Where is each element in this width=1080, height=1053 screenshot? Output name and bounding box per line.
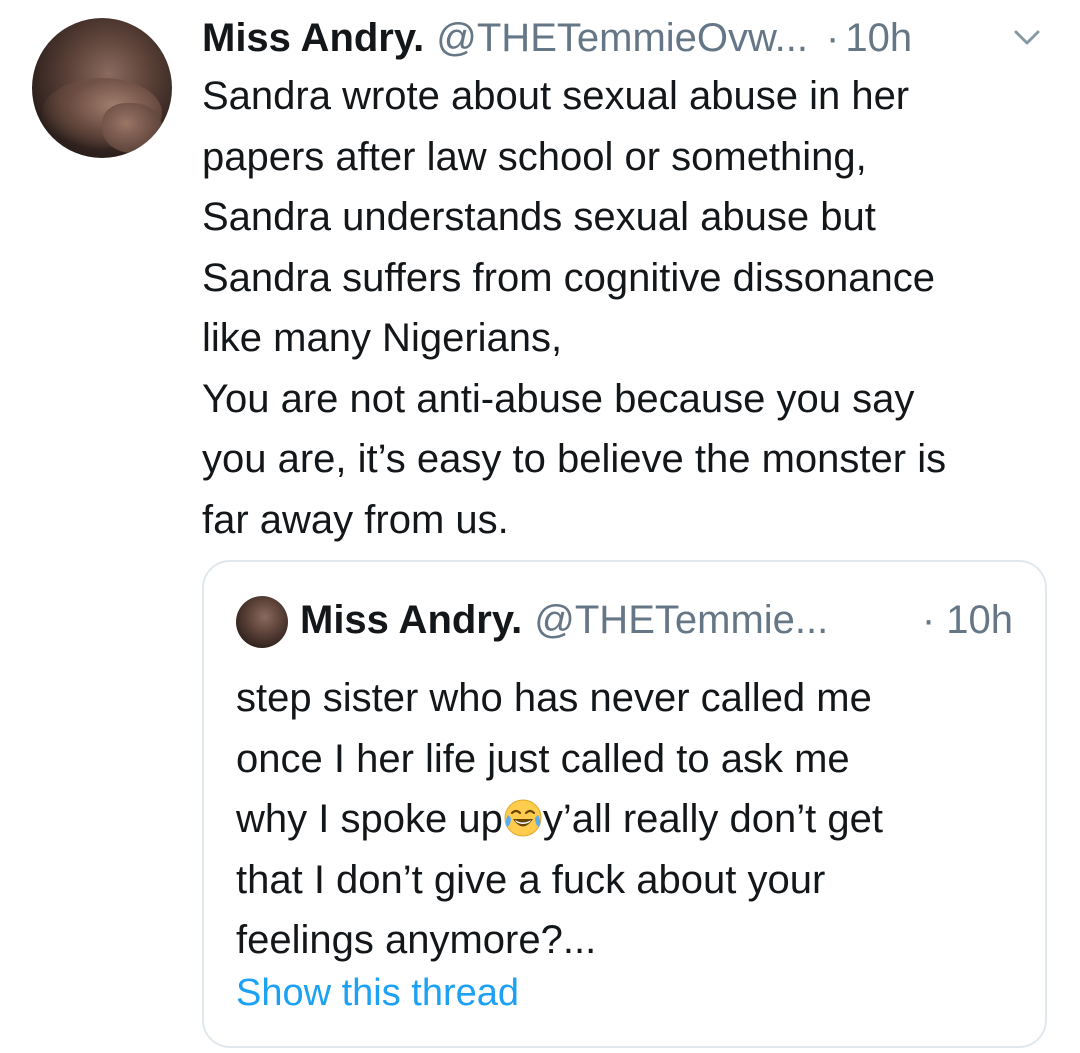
show-thread-link[interactable]: Show this thread (236, 972, 519, 1015)
quoted-text-line: once I her life just called to ask me (236, 736, 850, 781)
author-handle[interactable]: @THETemmieOvw... (436, 16, 808, 61)
tweet-text-line: Sandra wrote about sexual abuse in her (202, 74, 910, 118)
quoted-author-handle: @THETemmie... (534, 597, 829, 642)
quoted-text-fragment: why I spoke up (236, 797, 503, 841)
chevron-down-icon[interactable] (1012, 26, 1042, 50)
quoted-tweet-text: step sister who has never called me once… (236, 668, 1026, 971)
tweet-text-line: you are, it’s easy to believe the monste… (202, 437, 947, 481)
quoted-author-name: Miss Andry. (300, 597, 523, 642)
quoted-author-avatar (236, 596, 288, 648)
author-avatar[interactable] (32, 18, 172, 158)
tweet-text-line: Sandra understands sexual abuse but (202, 195, 876, 239)
tweet-text-line: like many Nigerians, (202, 316, 563, 360)
separator-dot: · (826, 15, 840, 60)
tweet-header: Miss Andry. @THETemmieOvw... · 10h (202, 10, 912, 66)
quoted-text-line: that I don’t give a fuck about your (236, 857, 826, 902)
quoted-text-fragment: y’all really don’t get (542, 797, 884, 841)
quoted-tweet-header: Miss Andry. @THETemmie... (300, 592, 828, 648)
quoted-tweet-timestamp: · 10h (921, 597, 1013, 642)
face-with-tears-of-joy-icon (504, 799, 542, 837)
tweet[interactable]: Miss Andry. @THETemmieOvw... · 10h Sandr… (0, 0, 1080, 1053)
author-name[interactable]: Miss Andry. (202, 16, 424, 61)
tweet-text-line: papers after law school or something, (202, 134, 867, 179)
quoted-text-line: why I spoke up y’all really don’t get (236, 789, 1026, 850)
tweet-text-line: far away from us. (202, 497, 509, 542)
quoted-text-line: step sister who has never called me (236, 676, 872, 720)
tweet-text-line: Sandra suffers from cognitive dissonance (202, 255, 935, 300)
quoted-text-line: feelings anymore?... (236, 918, 597, 962)
avatar-photo-hand (102, 103, 162, 153)
tweet-text: Sandra wrote about sexual abuse in her p… (202, 66, 1062, 550)
tweet-timestamp[interactable]: 10h (845, 16, 912, 61)
quoted-tweet-card[interactable]: Miss Andry. @THETemmie... · 10h step sis… (202, 560, 1047, 1048)
tweet-text-line: You are not anti-abuse because you say (202, 376, 915, 421)
